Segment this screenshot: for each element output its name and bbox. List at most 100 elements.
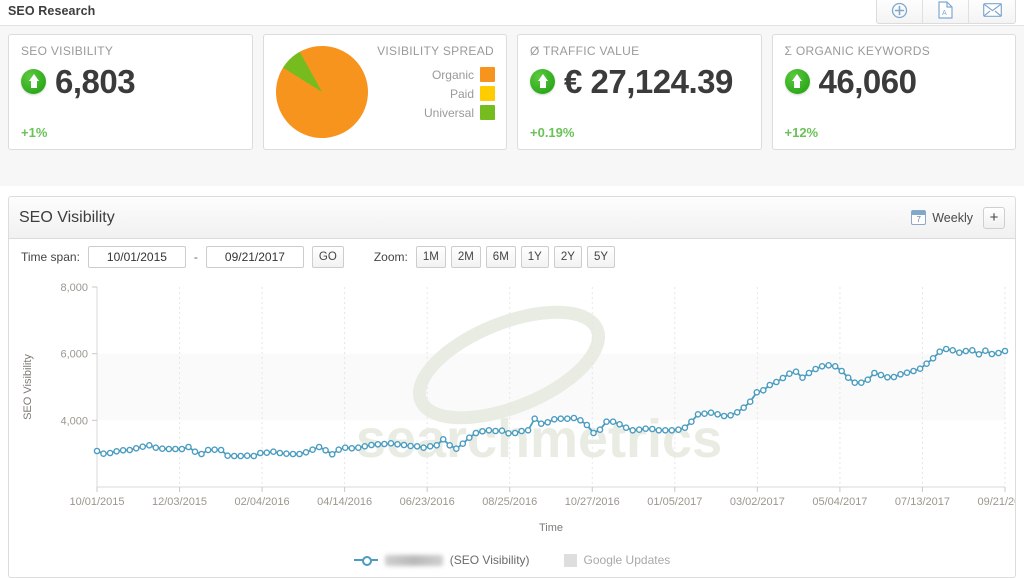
series-point <box>975 351 983 358</box>
granularity-selector[interactable]: 7 Weekly <box>911 210 973 225</box>
series-point <box>916 365 924 372</box>
series-point <box>498 427 506 434</box>
series-point <box>126 446 133 454</box>
kpi-label: Σ ORGANIC KEYWORDS <box>784 44 930 58</box>
series-point <box>812 365 819 373</box>
series-point <box>982 347 989 354</box>
series-point <box>760 387 767 394</box>
series-point <box>694 410 702 418</box>
google-updates-swatch <box>563 553 577 567</box>
series-point <box>629 426 637 434</box>
zoom-button-1y[interactable]: 1Y <box>520 246 549 268</box>
series-point <box>263 449 271 456</box>
series-point <box>884 374 891 381</box>
y-axis-tick-label: 4,000 <box>60 415 88 427</box>
series-point <box>407 442 414 450</box>
series-point <box>733 408 741 416</box>
legend-item-google-updates[interactable]: Google Updates <box>563 553 670 567</box>
x-axis-tick-label: 09/21/2017 <box>977 496 1015 508</box>
series-point <box>341 444 349 451</box>
export-pdf-button[interactable]: A <box>923 0 969 23</box>
series-point <box>420 444 427 451</box>
zoom-button-1m[interactable]: 1M <box>415 246 446 268</box>
series-point <box>296 450 303 458</box>
series-point <box>825 362 832 369</box>
x-axis-tick-label: 04/14/2016 <box>317 496 372 508</box>
series-point <box>923 360 930 367</box>
series-point <box>256 449 264 457</box>
series-point <box>485 426 493 434</box>
date-range-separator: - <box>193 250 198 264</box>
series-point <box>707 409 715 416</box>
series-point <box>877 371 885 379</box>
top-header-bar: SEO Research A <box>0 0 1024 26</box>
trend-up-icon <box>21 69 46 94</box>
granularity-label: Weekly <box>932 210 973 225</box>
series-line-icon <box>353 556 378 566</box>
x-axis-tick-label: 01/05/2017 <box>647 496 702 508</box>
pie-legend-item-organic: Organic <box>432 67 495 82</box>
zoom-button-5y[interactable]: 5Y <box>586 246 616 268</box>
series-point <box>727 411 734 419</box>
series-point <box>570 414 578 422</box>
watermark: searchmetrics <box>356 409 722 469</box>
add-widget-button[interactable] <box>877 0 923 23</box>
series-point <box>426 442 434 450</box>
series-point <box>413 442 421 450</box>
date-to-input[interactable] <box>205 246 304 268</box>
legend-item-seo-visibility[interactable]: (SEO Visibility) <box>353 553 530 567</box>
series-point <box>551 415 558 423</box>
series-point <box>564 415 571 422</box>
kpi-card-strip: SEO VISIBILITY 6,803 +1% VISIBILITY SPRE… <box>0 26 1024 186</box>
series-point <box>302 448 310 456</box>
kpi-delta: +1% <box>21 125 48 140</box>
series-point <box>335 446 343 453</box>
series-point <box>766 381 774 389</box>
go-button[interactable]: GO <box>311 246 344 268</box>
series-point <box>93 447 101 455</box>
panel-title: SEO Visibility <box>19 208 115 226</box>
kpi-value-row: 6,803 <box>21 65 136 98</box>
series-point <box>158 445 166 452</box>
email-report-button[interactable] <box>969 0 1015 23</box>
series-point <box>851 379 859 386</box>
x-axis-tick-label: 08/25/2016 <box>482 496 537 508</box>
series-point <box>995 349 1002 357</box>
series-point <box>942 345 950 353</box>
kpi-label: Ø TRAFFIC VALUE <box>530 44 640 58</box>
series-point <box>145 441 153 449</box>
series-point <box>544 418 552 426</box>
series-point <box>714 410 721 418</box>
series-point <box>831 363 839 370</box>
visibility-spread-pie-chart <box>258 29 385 155</box>
series-point <box>557 415 565 422</box>
paid-color-swatch <box>480 86 495 101</box>
envelope-icon <box>982 3 1002 17</box>
series-point <box>354 444 362 451</box>
series-point <box>270 448 277 455</box>
zoom-button-2y[interactable]: 2Y <box>553 246 582 268</box>
kpi-value-row: 46,060 <box>784 65 917 98</box>
series-point <box>903 369 911 376</box>
plus-circle-icon <box>891 2 908 18</box>
series-point <box>204 446 212 454</box>
series-point <box>616 420 623 428</box>
seo-visibility-line-chart: searchmetrics 4,000 6,000 8,000 SEO Visibili… <box>9 275 1015 571</box>
series-point <box>805 369 813 377</box>
series-point <box>224 452 231 459</box>
series-point <box>577 416 584 424</box>
trend-up-icon <box>530 69 555 94</box>
pdf-file-icon: A <box>938 1 953 19</box>
zoom-button-6m[interactable]: 6M <box>485 246 516 268</box>
date-from-input[interactable] <box>87 246 186 268</box>
series-point <box>844 374 852 381</box>
series-point <box>250 452 258 460</box>
series-point <box>230 452 238 460</box>
add-chart-button[interactable]: + <box>983 206 1005 229</box>
series-point <box>328 450 336 458</box>
series-point <box>936 348 944 355</box>
series-point <box>433 441 441 449</box>
kpi-label: VISIBILITY SPREAD <box>377 44 494 58</box>
zoom-button-2m[interactable]: 2M <box>450 246 481 268</box>
series-point <box>969 347 976 354</box>
